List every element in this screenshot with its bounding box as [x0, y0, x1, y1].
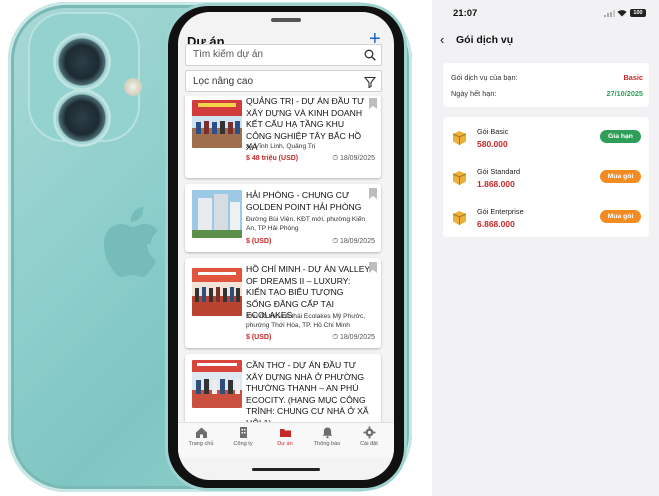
flash-icon	[124, 78, 142, 96]
wifi-icon	[617, 10, 627, 17]
package-price: 1.868.000	[477, 179, 515, 189]
project-card[interactable]: CẦN THƠ - DỰ ÁN ĐẦU TƯ XÂY DỰNG NHÀ Ở PH…	[185, 354, 381, 422]
tab-company[interactable]: Công ty	[222, 426, 264, 447]
project-card[interactable]: HẢI PHÒNG - CHUNG CƯ GOLDEN POINT HẢI PH…	[185, 184, 381, 252]
project-address: Khu đô thị sinh thái Ecolakes Mỹ Phước, …	[246, 313, 366, 329]
buy-button[interactable]: Mua gói	[600, 170, 641, 183]
gear-icon	[363, 426, 375, 439]
date-text: 18/09/2025	[339, 238, 375, 245]
project-price: $ (USD)	[246, 238, 272, 245]
tab-label: Công ty	[233, 441, 253, 447]
home-icon	[195, 427, 207, 438]
project-thumbnail	[192, 360, 242, 408]
date-text: 18/09/2025	[339, 155, 375, 162]
camera-lens-icon	[56, 92, 108, 144]
package-label: Gói dịch vụ của bạn:	[451, 73, 518, 82]
bookmark-icon[interactable]	[369, 188, 377, 199]
apple-logo-icon	[104, 207, 158, 277]
filter-icon[interactable]	[364, 76, 376, 88]
package-item-standard[interactable]: Gói Standard 1.868.000 Mua gói	[443, 159, 649, 199]
building-icon	[239, 427, 247, 438]
status-icons: 100	[604, 9, 648, 18]
tab-settings[interactable]: Cài đặt	[348, 426, 390, 447]
package-item-basic[interactable]: Gói Basic 580.000 Gia hạn	[443, 119, 649, 159]
box-icon	[452, 171, 467, 185]
package-name: Gói Enterprise	[477, 207, 524, 216]
project-price: $ 48 triệu (USD)	[246, 155, 299, 162]
bottom-tab-bar: Trang chủ Công ty Dự án Thông báo Cài đặ…	[178, 422, 394, 458]
date-text: 18/09/2025	[339, 334, 375, 341]
tab-home[interactable]: Trang chủ	[180, 426, 222, 447]
advanced-filter[interactable]: Lọc nâng cao	[185, 70, 382, 92]
filter-label: Lọc nâng cao	[193, 76, 254, 87]
current-package-card: Gói dịch vụ của bạn: Basic Ngày hết hạn:…	[443, 63, 649, 107]
status-time: 21:07	[453, 8, 478, 19]
project-list[interactable]: QUẢNG TRỊ - DỰ ÁN ĐẦU TƯ XÂY DỰNG VÀ KIN…	[178, 96, 394, 422]
tab-label: Cài đặt	[360, 441, 378, 447]
bookmark-icon[interactable]	[369, 98, 377, 109]
project-date: 🕒︎ 18/09/2025	[332, 155, 375, 162]
home-indicator	[252, 468, 320, 471]
tab-label: Dự án	[277, 441, 293, 447]
expiry-value: 27/10/2025	[606, 89, 643, 98]
search-input[interactable]: Tìm kiếm dự án	[185, 44, 382, 66]
battery-icon: 100	[630, 9, 646, 17]
expiry-row: Ngày hết hạn: 27/10/2025	[451, 89, 643, 98]
project-card[interactable]: QUẢNG TRỊ - DỰ ÁN ĐẦU TƯ XÂY DỰNG VÀ KIN…	[185, 96, 381, 178]
bookmark-icon[interactable]	[369, 262, 377, 273]
project-date: 🕒︎ 18/09/2025	[332, 238, 375, 245]
app-screen: Dự án + Tìm kiếm dự án Lọc nâng cao QUẢN…	[178, 12, 394, 480]
camera-lens-icon	[56, 36, 108, 88]
renew-button[interactable]: Gia hạn	[600, 130, 641, 143]
package-value: Basic	[623, 73, 643, 82]
bell-icon	[322, 427, 332, 439]
project-title: CẦN THƠ - DỰ ÁN ĐẦU TƯ XÂY DỰNG NHÀ Ở PH…	[246, 360, 369, 422]
expiry-label: Ngày hết hạn:	[451, 89, 497, 98]
project-address: Đường Bùi Viện, KĐT mới, phường Kiến An,…	[246, 216, 366, 232]
tab-projects[interactable]: Dự án	[264, 426, 306, 447]
box-icon	[452, 211, 467, 225]
search-icon[interactable]	[364, 49, 376, 61]
project-price: $ (USD)	[246, 334, 272, 341]
signal-icon	[604, 10, 615, 17]
tab-label: Trang chủ	[188, 441, 214, 447]
project-date: 🕒︎ 18/09/2025	[332, 334, 375, 341]
current-package-row: Gói dịch vụ của bạn: Basic	[451, 73, 643, 82]
tab-notifications[interactable]: Thông báo	[306, 426, 348, 447]
project-title: HẢI PHÒNG - CHUNG CƯ GOLDEN POINT HẢI PH…	[246, 190, 362, 212]
back-arrow-icon[interactable]: ‹	[440, 33, 444, 47]
speaker-bar	[271, 18, 301, 22]
search-placeholder: Tìm kiếm dự án	[193, 49, 264, 60]
package-name: Gói Basic	[477, 127, 509, 136]
project-thumbnail	[192, 190, 242, 238]
package-item-enterprise[interactable]: Gói Enterprise 6.868.000 Mua gói	[443, 199, 649, 239]
project-card[interactable]: HỒ CHÍ MINH - DỰ ÁN VALLEY OF DREAMS II …	[185, 258, 381, 348]
project-thumbnail	[192, 100, 242, 148]
project-address: xã Vĩnh Linh, Quảng Trị	[246, 143, 316, 150]
camera-module	[28, 12, 142, 144]
box-icon	[452, 131, 467, 145]
package-name: Gói Standard	[477, 167, 520, 176]
screen-title: Gói dịch vụ	[456, 34, 514, 46]
package-list: Gói Basic 580.000 Gia hạn Gói Standard 1…	[443, 117, 649, 237]
buy-button[interactable]: Mua gói	[600, 210, 641, 223]
package-price: 580.000	[477, 139, 508, 149]
folder-icon	[279, 429, 291, 437]
nav-bar: ‹ Gói dịch vụ	[432, 30, 659, 52]
tab-label: Thông báo	[313, 441, 341, 447]
package-price: 6.868.000	[477, 219, 515, 229]
project-thumbnail	[192, 268, 242, 316]
service-package-screen: 21:07 100 ‹ Gói dịch vụ Gói dịch vụ của …	[432, 0, 659, 496]
